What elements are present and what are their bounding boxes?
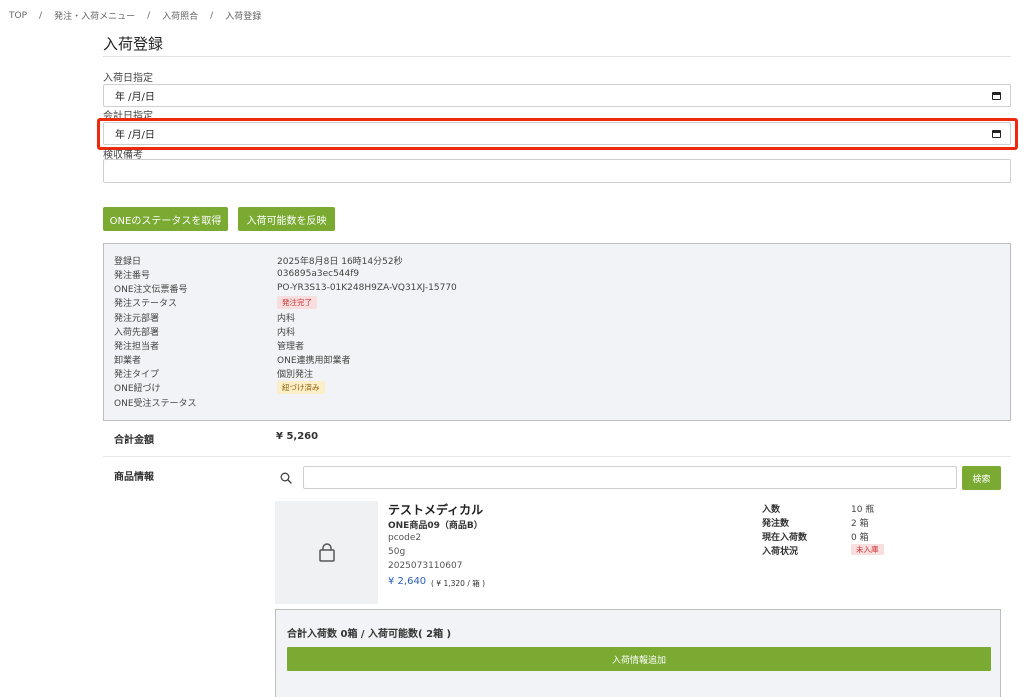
info-value: 個別発注 <box>277 369 314 380</box>
info-label: 発注ステータス <box>114 298 178 309</box>
info-label: 発注担当者 <box>114 341 160 352</box>
info-label: 発注タイプ <box>114 369 160 380</box>
order-info-panel: 登録日 2025年8月8日 16時14分52秒 発注番号 036895a3ec5… <box>103 243 1011 421</box>
breadcrumb-arrival-check[interactable]: 入荷照合 <box>162 9 198 22</box>
info-value: 2025年8月8日 16時14分52秒 <box>277 256 403 267</box>
info-label: ONE受注ステータス <box>114 398 197 409</box>
stat-label: 入荷状況 <box>762 547 799 557</box>
info-label: 卸業者 <box>114 355 142 366</box>
calendar-icon[interactable] <box>992 129 1001 138</box>
breadcrumb-order-menu[interactable]: 発注・入荷メニュー <box>54 9 135 22</box>
search-button[interactable]: 検索 <box>962 466 1001 490</box>
info-label: 登録日 <box>114 256 142 267</box>
title-divider <box>103 56 1011 57</box>
info-value: 内科 <box>277 313 296 324</box>
info-value: 036895a3ec544f9 <box>277 269 360 279</box>
breadcrumb-top[interactable]: TOP <box>9 11 27 21</box>
product-code: pcode2 <box>388 533 422 543</box>
stat-value: 0 箱 <box>851 533 869 543</box>
breadcrumb-current: 入荷登録 <box>225 12 262 22</box>
product-search-input[interactable] <box>303 466 957 489</box>
accounting-date-input[interactable]: 年 /月/日 <box>103 122 1011 145</box>
product-spec: 50g <box>388 547 406 557</box>
product-image-placeholder <box>275 501 378 604</box>
inspection-note-input[interactable] <box>103 159 1011 183</box>
stat-label: 入数 <box>762 505 781 515</box>
reflect-available-button[interactable]: 入荷可能数を反映 <box>238 207 335 231</box>
arrival-date-label: 入荷日指定 <box>103 73 153 84</box>
arrival-date-value: 年 /月/日 <box>115 92 155 103</box>
accounting-date-label: 会計日指定 <box>103 111 153 122</box>
info-value: PO-YR3S13-01K248H9ZA-VQ31XJ-15770 <box>277 283 457 293</box>
product-jan: 2025073110607 <box>388 561 463 571</box>
breadcrumb: TOP / 発注・入荷メニュー / 入荷照合 / 入荷登録 <box>9 9 262 23</box>
total-amount-label: 合計金額 <box>114 435 154 446</box>
product-price: ¥ 2,640 <box>388 576 427 587</box>
info-label: 発注元部署 <box>114 313 160 324</box>
info-label: ONE紐づけ <box>114 383 161 394</box>
total-amount-value: ¥ 5,260 <box>276 431 319 442</box>
arrival-summary-text: 合計入荷数 0箱 / 入荷可能数( 2箱 ) <box>287 629 452 640</box>
shopping-bag-icon <box>318 542 335 562</box>
arrival-status-badge: 未入庫 <box>851 544 884 555</box>
arrival-summary-panel: 合計入荷数 0箱 / 入荷可能数( 2箱 ) 入荷情報追加 <box>275 609 1001 697</box>
add-arrival-info-button[interactable]: 入荷情報追加 <box>287 647 991 671</box>
get-one-status-button[interactable]: ONEのステータスを取得 <box>103 207 228 231</box>
accounting-date-value: 年 /月/日 <box>115 130 155 141</box>
search-icon <box>280 472 292 484</box>
page-title: 入荷登録 <box>103 35 164 53</box>
divider <box>103 456 1011 457</box>
product-unit-price: ( ¥ 1,320 / 箱 ) <box>431 579 486 588</box>
info-value: 発注完了 <box>277 295 317 309</box>
stat-value: 未入庫 <box>851 544 884 555</box>
info-label: 発注番号 <box>114 270 151 281</box>
link-status-badge: 紐づけ済み <box>277 380 325 394</box>
calendar-icon[interactable] <box>992 91 1001 100</box>
order-status-badge: 発注完了 <box>277 295 317 309</box>
info-value: 紐づけ済み <box>277 380 325 394</box>
info-label: 入荷先部署 <box>114 327 160 338</box>
arrival-date-input[interactable]: 年 /月/日 <box>103 84 1011 107</box>
breadcrumb-separator: / <box>39 10 43 21</box>
info-value: 内科 <box>277 327 296 338</box>
stat-value: 2 箱 <box>851 519 869 529</box>
breadcrumb-separator: / <box>210 10 214 21</box>
stat-label: 現在入荷数 <box>762 533 808 543</box>
info-label: ONE注文伝票番号 <box>114 284 188 295</box>
product-info-label: 商品情報 <box>114 472 154 483</box>
stat-value: 10 瓶 <box>851 505 875 515</box>
product-maker: テストメディカル <box>388 503 484 517</box>
info-value: 管理者 <box>277 341 305 352</box>
breadcrumb-separator: / <box>147 10 151 21</box>
product-name: ONE商品09（商品B） <box>388 521 483 531</box>
info-value: ONE連携用卸業者 <box>277 355 351 366</box>
stat-label: 発注数 <box>762 519 790 529</box>
